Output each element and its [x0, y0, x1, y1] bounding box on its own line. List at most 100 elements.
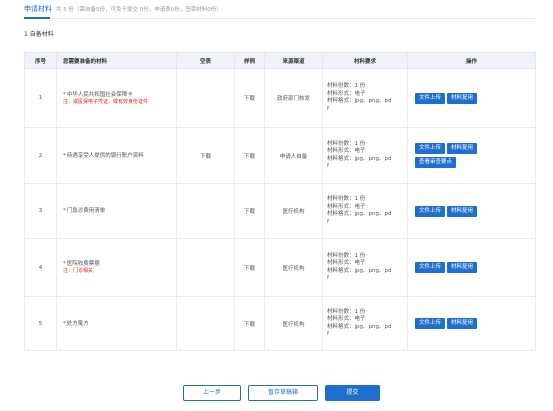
header-blank-form: 空表: [176, 52, 235, 69]
req-count: 材料份数：1 份: [327, 252, 366, 259]
material-reuse-button[interactable]: 材料复用: [447, 92, 478, 104]
section-title: 1 自备材料: [24, 31, 54, 38]
req-format-wrap: f: [327, 275, 329, 281]
material-requirements: 材料份数：1 份 材料形式：电子 材料格式：jpg、png、pd f: [322, 296, 408, 351]
material-source: 医疗机构: [264, 238, 323, 297]
material-source: 政府部门核发: [264, 68, 323, 128]
req-form: 材料形式：电子: [327, 260, 366, 266]
table-row: 3 *门急诊费用清单 下载 医疗机构 材料份数：1 份 材料形式：电子 材料格式…: [24, 183, 536, 239]
sample-download-link[interactable]: 下载: [234, 183, 265, 239]
view-review-points-button[interactable]: 查看审查要点: [415, 157, 457, 168]
file-upload-button[interactable]: 文件上传: [415, 318, 446, 329]
materials-table: 序号 您需要准备的材料 空表 样例 来源渠道 材料要求 操作 1 *中华人民共和…: [24, 52, 536, 351]
row-index: 5: [24, 296, 57, 351]
material-name: 待遇享受人提供的银行账户资料: [66, 152, 144, 159]
materials-summary: 共 5 份（需自备5份，可免于提交 0份，申请表0份，签章材料0份）: [56, 7, 222, 13]
material-requirements: 材料份数：1 份 材料形式：电子 材料格式：jpg、png、pd f: [322, 68, 408, 128]
required-marker: *: [63, 91, 66, 98]
req-count: 材料份数：1 份: [327, 196, 366, 202]
material-name-cell: *待遇享受人提供的银行账户资料: [56, 127, 177, 184]
header-material-name: 您需要准备的材料: [56, 52, 177, 69]
row-index: 3: [24, 183, 57, 239]
req-format-wrap: f: [327, 331, 329, 337]
req-format-wrap: f: [327, 163, 329, 169]
sample-download-link[interactable]: 下载: [234, 127, 265, 184]
file-upload-button[interactable]: 文件上传: [415, 205, 446, 217]
material-name: 中华人民共和国社会保障卡: [66, 91, 133, 98]
material-note: 注：或医保电子凭证、或有效身份证件: [63, 98, 149, 105]
actions-cell: 文件上传 材料复用: [407, 296, 536, 351]
blank-form-download-link[interactable]: [176, 238, 235, 297]
material-name-cell: *医院收费票据 注：门诊相关: [56, 238, 177, 297]
material-reuse-button[interactable]: 材料复用: [447, 318, 478, 329]
material-name: 处方笺方: [66, 320, 89, 327]
req-format: 材料格式：jpg、png、pd: [327, 98, 392, 104]
material-reuse-button[interactable]: 材料复用: [447, 205, 478, 217]
footer-actions: 上一步 暂存草稿箱 提交: [0, 385, 553, 401]
tab-header: 申请材料 共 5 份（需自备5份，可免于提交 0份，申请表0份，签章材料0份）: [24, 2, 222, 16]
actions-cell: 文件上传 材料复用: [407, 183, 536, 239]
row-index: 2: [24, 127, 57, 184]
req-form: 材料形式：电子: [327, 148, 366, 154]
header-actions: 操作: [407, 52, 536, 69]
previous-step-button[interactable]: 上一步: [183, 385, 241, 401]
material-source: 申请人自备: [264, 127, 323, 184]
material-requirements: 材料份数：1 份 材料形式：电子 材料格式：jpg、png、pd f: [322, 183, 408, 239]
actions-cell: 文件上传 材料复用 查看审查要点: [407, 127, 536, 184]
material-note: 注：门诊相关: [63, 268, 94, 274]
req-count: 材料份数：1 份: [327, 308, 366, 315]
req-format: 材料格式：jpg、png、pd: [327, 155, 392, 162]
material-requirements: 材料份数：1 份 材料形式：电子 材料格式：jpg、png、pd f: [322, 127, 408, 184]
required-marker: *: [63, 152, 66, 159]
sample-download-link[interactable]: 下载: [234, 238, 265, 297]
req-count: 材料份数：1 份: [327, 83, 366, 89]
material-name-cell: *处方笺方: [56, 296, 177, 351]
material-requirements: 材料份数：1 份 材料形式：电子 材料格式：jpg、png、pd f: [322, 238, 408, 297]
required-marker: *: [63, 208, 66, 214]
active-tab-indicator: [24, 17, 50, 19]
actions-cell: 文件上传 材料复用: [407, 68, 536, 128]
req-count: 材料份数：1 份: [327, 140, 366, 147]
save-draft-button[interactable]: 暂存草稿箱: [248, 385, 318, 401]
header-index: 序号: [24, 52, 57, 69]
row-index: 1: [24, 68, 57, 128]
table-row: 5 *处方笺方 下载 医疗机构 材料份数：1 份 材料形式：电子 材料格式：jp…: [24, 296, 536, 351]
sample-download-link[interactable]: 下载: [234, 296, 265, 351]
req-format: 材料格式：jpg、png、pd: [327, 211, 392, 217]
material-name-cell: *中华人民共和国社会保障卡 注：或医保电子凭证、或有效身份证件: [56, 68, 177, 128]
req-format-wrap: f: [327, 105, 329, 112]
actions-cell: 文件上传 材料复用: [407, 238, 536, 297]
blank-form-download-link[interactable]: 下载: [176, 127, 235, 184]
table-row: 2 *待遇享受人提供的银行账户资料 下载 下载 申请人自备 材料份数：1 份 材…: [24, 127, 536, 184]
req-form: 材料形式：电子: [327, 316, 366, 322]
req-format: 材料格式：jpg、png、pd: [327, 323, 392, 330]
file-upload-button[interactable]: 文件上传: [415, 143, 446, 154]
submit-button[interactable]: 提交: [325, 385, 380, 401]
header-sample: 样例: [234, 52, 265, 69]
sample-download-link[interactable]: 下载: [234, 68, 265, 128]
req-form: 材料形式：电子: [327, 203, 366, 210]
blank-form-download-link[interactable]: [176, 68, 235, 128]
blank-form-download-link[interactable]: [176, 296, 235, 351]
material-name-cell: *门急诊费用清单: [56, 183, 177, 239]
table-row: 4 *医院收费票据 注：门诊相关 下载 医疗机构 材料份数：1 份 材料形式：电…: [24, 238, 536, 297]
header-divider: [24, 18, 535, 19]
material-reuse-button[interactable]: 材料复用: [447, 143, 478, 154]
required-marker: *: [63, 261, 66, 267]
material-name: 医院收费票据: [66, 261, 100, 267]
header-requirements: 材料要求: [322, 52, 408, 69]
required-marker: *: [63, 320, 66, 327]
table-header-row: 序号 您需要准备的材料 空表 样例 来源渠道 材料要求 操作: [24, 52, 536, 69]
file-upload-button[interactable]: 文件上传: [415, 262, 446, 273]
file-upload-button[interactable]: 文件上传: [415, 92, 446, 104]
table-row: 1 *中华人民共和国社会保障卡 注：或医保电子凭证、或有效身份证件 下载 政府部…: [24, 68, 536, 128]
req-format: 材料格式：jpg、png、pd: [327, 267, 392, 274]
material-source: 医疗机构: [264, 183, 323, 239]
header-source: 来源渠道: [264, 52, 323, 69]
material-reuse-button[interactable]: 材料复用: [447, 262, 478, 273]
row-index: 4: [24, 238, 57, 297]
req-format-wrap: f: [327, 218, 329, 225]
tab-application-materials[interactable]: 申请材料: [24, 4, 52, 14]
blank-form-download-link[interactable]: [176, 183, 235, 239]
req-form: 材料形式：电子: [327, 90, 366, 97]
